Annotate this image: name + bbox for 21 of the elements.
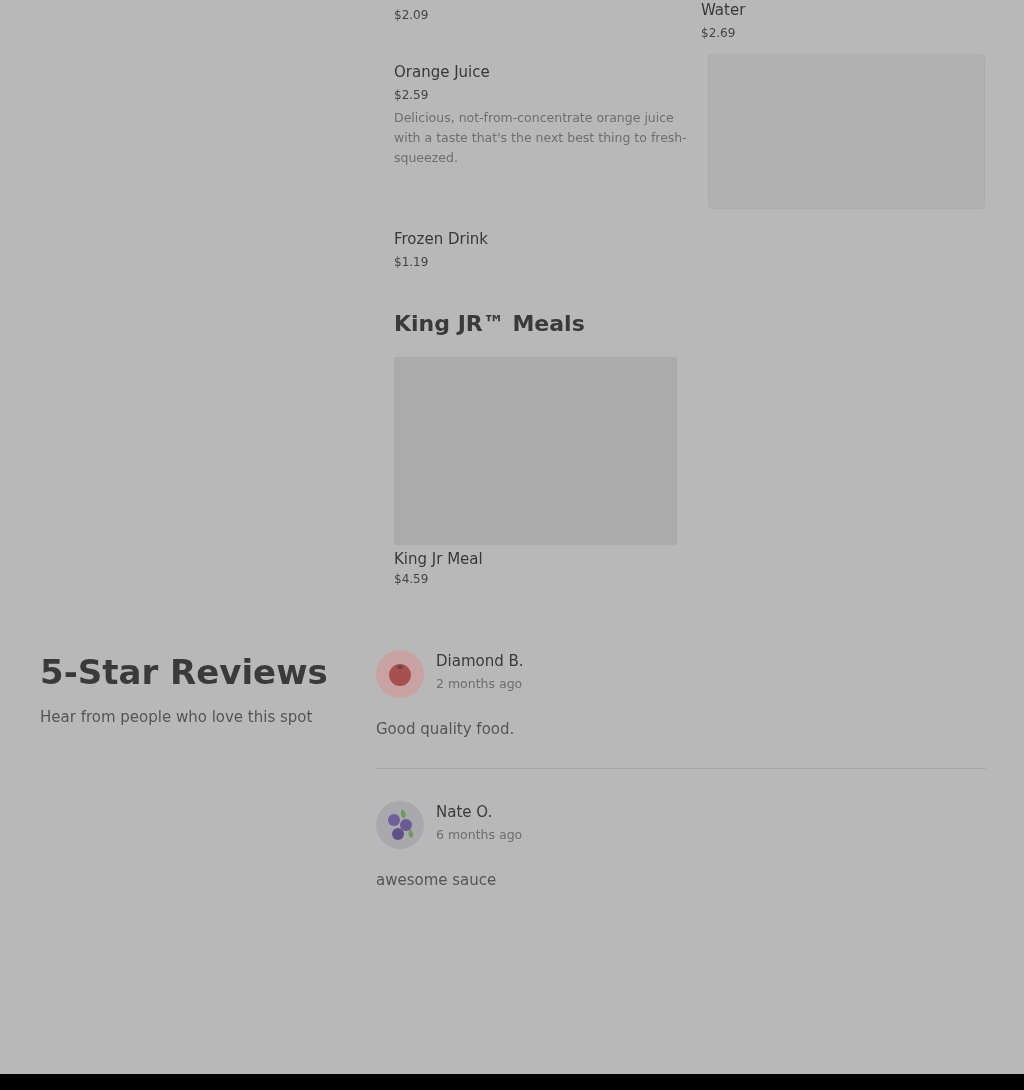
item-name[interactable]: King Jr Meal (394, 549, 701, 569)
item-price: $2.59 (394, 87, 430, 104)
item-price: $1.19 (394, 254, 430, 271)
item-name[interactable]: Frozen Drink (394, 229, 701, 249)
reviewer-name: Diamond B. (436, 651, 524, 671)
item-name[interactable]: Water (701, 0, 986, 20)
section-title: 5-Star Reviews (40, 651, 329, 694)
item-price: $2.09 (394, 7, 430, 24)
blueberries-icon (376, 801, 424, 849)
item-name[interactable]: Orange Juice (394, 62, 688, 82)
review-time: 6 months ago (436, 827, 523, 842)
item-price: $2.69 (701, 25, 737, 42)
review-text: Good quality food. (376, 720, 516, 738)
item-price: $4.59 (394, 571, 430, 588)
section-title: King JR™ Meals (394, 310, 586, 338)
review-text: awesome sauce (376, 871, 498, 889)
tomato-icon (376, 650, 424, 698)
reviewer-name: Nate O. (436, 802, 494, 822)
item-description: Delicious, not-from-concentrate orange juice with a taste that's the next best thing to fresh-squeezed. (394, 109, 688, 167)
review-time: 2 months ago (436, 676, 524, 691)
section-subtitle: Hear from people who love this spot (40, 708, 314, 726)
